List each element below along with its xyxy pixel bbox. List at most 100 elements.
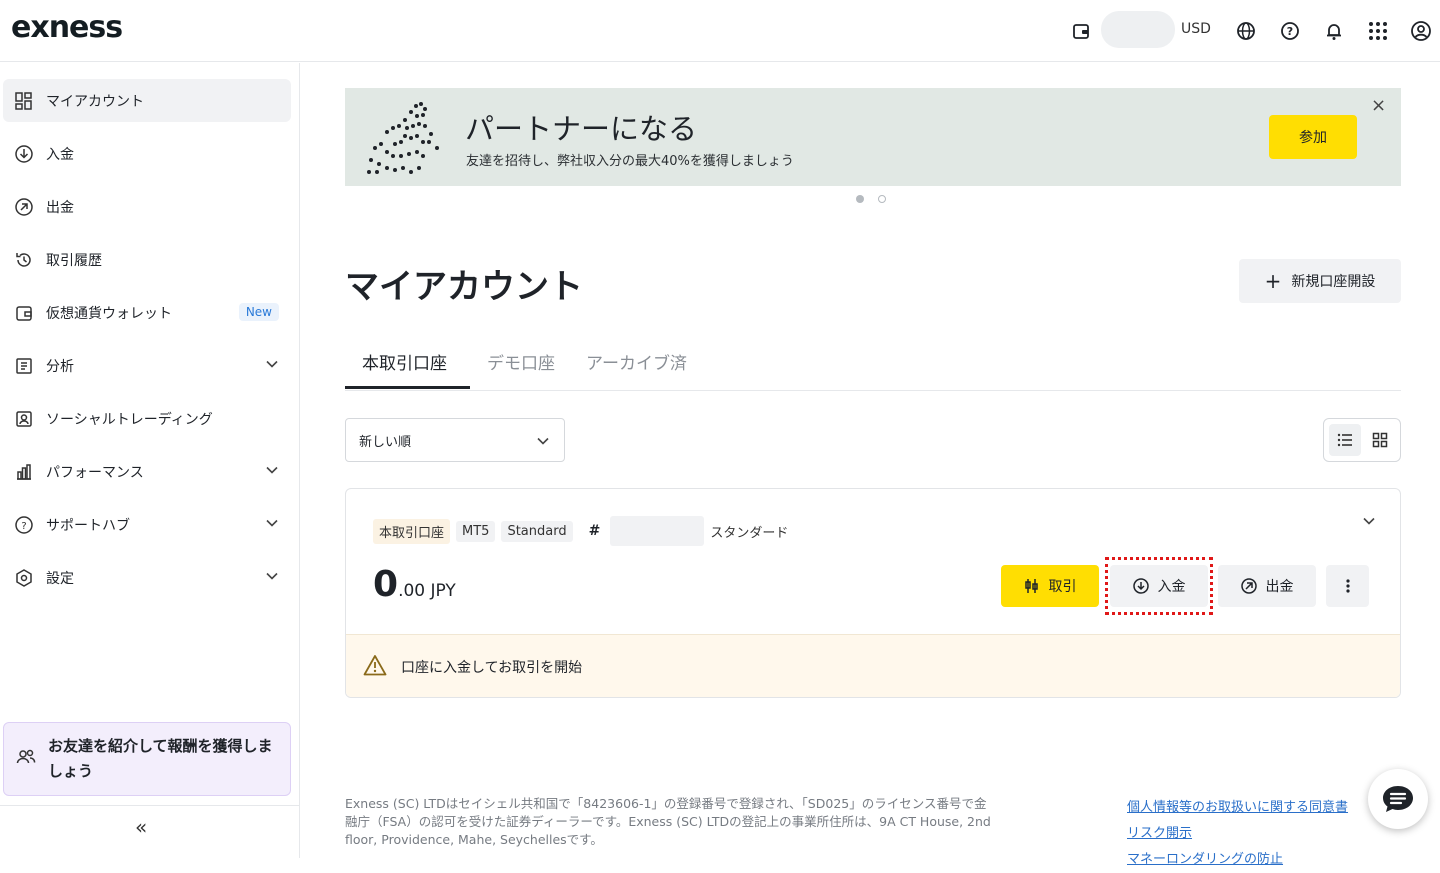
users-icon: [16, 747, 36, 771]
deposit-icon: [14, 144, 34, 164]
wallet-icon[interactable]: [1070, 20, 1092, 42]
tab-real[interactable]: 本取引口座: [362, 349, 447, 374]
currency-label[interactable]: USD: [1181, 21, 1211, 37]
collapse-sidebar-button[interactable]: «: [135, 815, 147, 839]
svg-text:?: ?: [21, 521, 26, 532]
sidebar-item-label: マイアカウント: [46, 93, 144, 110]
balance-decimal: .00 JPY: [398, 581, 456, 601]
social-icon: [14, 409, 34, 429]
sidebar-item-history[interactable]: 取引履歴: [3, 238, 291, 281]
tab-demo[interactable]: デモ口座: [487, 349, 555, 374]
balance-integer: 0: [373, 564, 399, 605]
account-number-hash: #: [588, 523, 601, 539]
sidebar-item-label: 入金: [46, 146, 74, 163]
sidebar-item-support-hub[interactable]: ? サポートハブ: [3, 503, 291, 546]
deposit-label: 入金: [1157, 579, 1186, 595]
withdraw-button[interactable]: 出金: [1218, 565, 1316, 607]
apps-grid-icon[interactable]: [1367, 20, 1389, 42]
deposit-button-highlight: 入金: [1105, 557, 1213, 615]
risk-disclosure-link[interactable]: リスク開示: [1127, 821, 1348, 847]
close-icon[interactable]: ×: [1371, 95, 1386, 116]
history-icon: [14, 250, 34, 270]
sidebar-item-crypto-wallet[interactable]: 仮想通貨ウォレット New: [3, 291, 291, 334]
chevron-down-icon[interactable]: [265, 516, 279, 534]
tag-platform: MT5: [456, 520, 496, 542]
carousel-dot[interactable]: [856, 195, 864, 203]
sidebar-item-label: 仮想通貨ウォレット: [46, 305, 172, 322]
partner-illustration: [367, 102, 439, 174]
help-icon: ?: [14, 515, 34, 535]
sidebar-item-settings[interactable]: 設定: [3, 556, 291, 599]
candlestick-icon: [1024, 579, 1040, 593]
aml-link[interactable]: マネーロンダリングの防止: [1127, 847, 1348, 873]
list-view-icon[interactable]: [1329, 424, 1361, 456]
sidebar-item-label: 分析: [46, 358, 74, 375]
trade-label: 取引: [1048, 579, 1077, 595]
withdraw-icon: [1240, 578, 1257, 594]
more-options-icon[interactable]: [1326, 565, 1369, 607]
chevron-down-icon[interactable]: [1362, 513, 1376, 532]
profile-icon[interactable]: [1410, 20, 1432, 42]
chat-icon[interactable]: [1368, 769, 1428, 829]
sort-value: 新しい順: [359, 434, 412, 450]
account-tabs: 本取引口座 デモ口座 アーカイブ済: [345, 338, 1401, 391]
partner-banner: パートナーになる 友達を招待し、弊社収入分の最大40%を獲得しましょう 参加 ×: [345, 88, 1401, 186]
chevron-down-icon[interactable]: [265, 569, 279, 587]
sidebar-item-label: 設定: [46, 570, 74, 587]
banner-title: パートナーになる: [465, 112, 698, 146]
top-bar: exness USD ?: [0, 0, 1440, 62]
grid-view-icon[interactable]: [1364, 424, 1396, 456]
dashboard-icon: [14, 91, 34, 111]
privacy-consent-link[interactable]: 個人情報等のお取扱いに関する同意書: [1127, 795, 1348, 821]
tag-account-type: Standard: [501, 520, 573, 542]
sidebar-item-label: ソーシャルトレーディング: [46, 411, 213, 428]
trade-button[interactable]: 取引: [1001, 565, 1099, 607]
banner-subtitle: 友達を招待し、弊社収入分の最大40%を獲得しましょう: [466, 154, 794, 169]
new-account-label: 新規口座開設: [1291, 274, 1376, 290]
page-title: マイアカウント: [345, 267, 583, 307]
chevron-down-icon[interactable]: [265, 463, 279, 481]
account-tags: 本取引口座 MT5 Standard # スタンダード: [373, 516, 788, 546]
sidebar-item-label: 取引履歴: [46, 252, 102, 269]
sidebar-item-label: 出金: [46, 199, 74, 216]
withdraw-icon: [14, 197, 34, 217]
balance-placeholder[interactable]: [1101, 11, 1175, 48]
settings-icon: [14, 568, 34, 588]
new-account-button[interactable]: + 新規口座開設: [1239, 259, 1401, 303]
tab-archived[interactable]: アーカイブ済: [586, 349, 687, 374]
plus-icon: +: [1264, 269, 1282, 293]
account-balance: 0.00 JPY: [373, 564, 456, 605]
deposit-button[interactable]: 入金: [1110, 565, 1208, 607]
join-button[interactable]: 参加: [1269, 115, 1357, 159]
sidebar: マイアカウント 入金 出金 取引履歴 仮想通貨ウォレット New 分析 ソーシャ…: [0, 63, 300, 858]
performance-icon: [14, 462, 34, 482]
account-number-masked: [610, 516, 705, 546]
sort-select[interactable]: 新しい順: [345, 418, 565, 462]
account-card: 本取引口座 MT5 Standard # スタンダード 0.00 JPY 取引 …: [345, 488, 1401, 698]
chevron-down-icon: [536, 434, 550, 452]
tag-real: 本取引口座: [373, 518, 451, 544]
chevron-down-icon[interactable]: [265, 357, 279, 375]
analytics-icon: [14, 356, 34, 376]
sidebar-item-withdraw[interactable]: 出金: [3, 185, 291, 228]
warning-icon: [363, 654, 387, 680]
warning-text: 口座に入金してお取引を開始: [401, 660, 583, 676]
exness-logo[interactable]: exness: [11, 10, 123, 45]
wallet-icon: [14, 303, 34, 323]
help-icon[interactable]: ?: [1279, 20, 1301, 42]
sidebar-item-social-trading[interactable]: ソーシャルトレーディング: [3, 397, 291, 440]
sidebar-item-label: パフォーマンス: [46, 464, 144, 481]
carousel-dot[interactable]: [878, 195, 886, 203]
referral-promo-text: お友達を紹介して報酬を獲得しましょう: [48, 737, 273, 780]
view-toggle: [1323, 418, 1401, 462]
footer-links: 個人情報等のお取扱いに関する同意書 リスク開示 マネーロンダリングの防止: [1127, 795, 1348, 873]
sidebar-item-my-account[interactable]: マイアカウント: [3, 79, 291, 122]
referral-promo[interactable]: お友達を紹介して報酬を獲得しましょう: [3, 722, 291, 796]
active-tab-indicator: [345, 386, 470, 389]
sidebar-item-performance[interactable]: パフォーマンス: [3, 450, 291, 493]
svg-text:?: ?: [1287, 25, 1293, 38]
sidebar-item-deposit[interactable]: 入金: [3, 132, 291, 175]
bell-icon[interactable]: [1323, 20, 1345, 42]
globe-icon[interactable]: [1235, 20, 1257, 42]
sidebar-item-analytics[interactable]: 分析: [3, 344, 291, 387]
